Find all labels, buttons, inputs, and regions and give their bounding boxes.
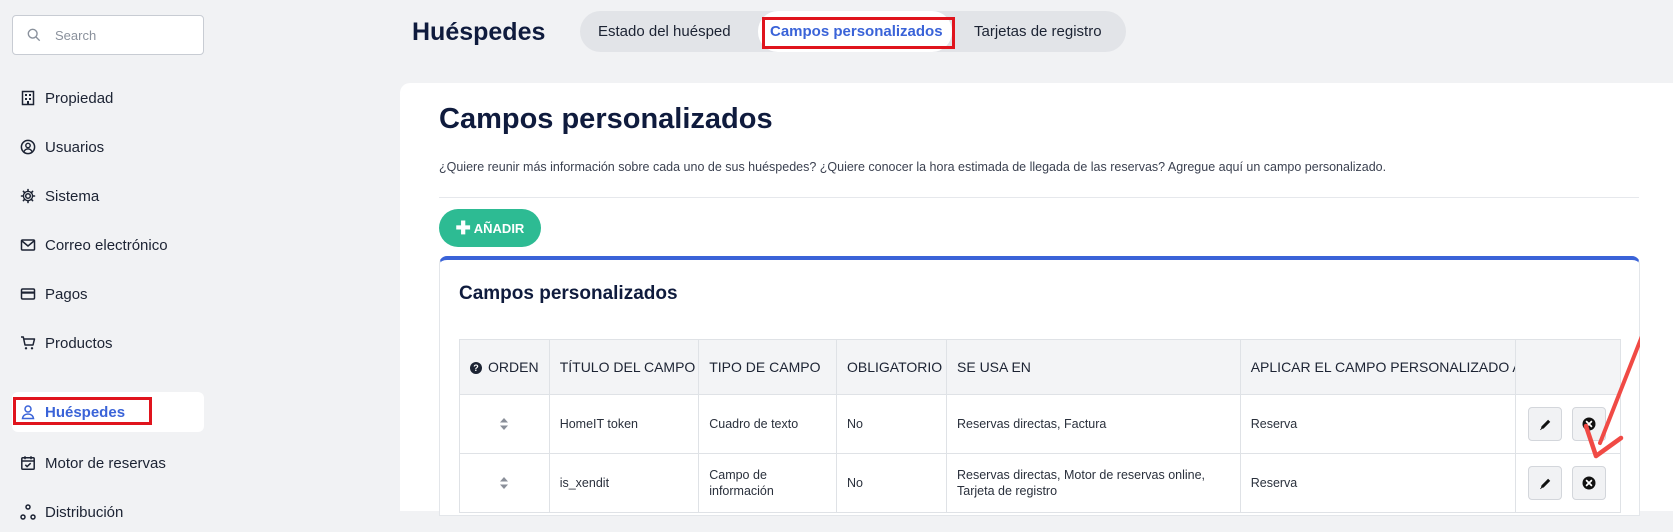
sidebar-item-label: Distribución	[45, 503, 124, 521]
sidebar-item-huespedes[interactable]: Huéspedes	[12, 392, 204, 432]
plus-icon: ✚	[455, 218, 471, 238]
page-title: Huéspedes	[412, 18, 546, 46]
tab-estado-huesped[interactable]: Estado del huésped	[598, 11, 731, 52]
gear-icon	[20, 188, 36, 204]
delete-button[interactable]	[1572, 407, 1607, 441]
cell-type: Cuadro de texto	[698, 394, 837, 454]
column-header-aplicar: APLICAR EL CAMPO PERSONALIZADO A	[1239, 339, 1517, 395]
delete-button[interactable]	[1572, 466, 1607, 500]
calendar-check-icon	[20, 455, 36, 471]
user-circle-icon	[20, 139, 36, 155]
sidebar-item-label: Huéspedes	[45, 403, 126, 421]
cell-used-in: Reservas directas, Factura	[946, 394, 1241, 454]
sidebar-item-label: Motor de reservas	[45, 454, 166, 472]
help-icon[interactable]: ?	[470, 362, 482, 374]
sidebar-item-label: Usuarios	[45, 138, 105, 156]
custom-fields-panel: Campos personalizados ? ORDEN TÍTULO DEL …	[439, 256, 1640, 516]
main-card: Campos personalizados ¿Quiere reunir más…	[400, 83, 1673, 516]
close-circle-icon	[1582, 417, 1596, 431]
cell-type: Campo de información	[698, 453, 837, 513]
search-icon	[27, 28, 41, 42]
pencil-icon	[1539, 477, 1552, 490]
sidebar-item-distribucion[interactable]: Distribución	[12, 492, 204, 532]
close-circle-icon	[1582, 476, 1596, 490]
drag-sort-icon[interactable]	[470, 417, 539, 431]
sidebar-item-motor-reservas[interactable]: Motor de reservas	[12, 443, 204, 483]
edit-button[interactable]	[1528, 466, 1563, 500]
add-button-label: AÑADIR	[473, 220, 525, 236]
cell-apply-to: Reserva	[1239, 394, 1517, 454]
building-icon	[20, 90, 36, 106]
column-header-titulo: TÍTULO DEL CAMPO	[548, 339, 700, 395]
column-header-obligatorio: OBLIGATORIO	[836, 339, 947, 395]
tab-campos-personalizados[interactable]: Campos personalizados	[758, 11, 952, 52]
table-row: HomeIT token Cuadro de texto No Reservas…	[459, 394, 1621, 454]
cell-used-in: Reservas directas, Motor de reservas onl…	[946, 453, 1241, 513]
cell-required: No	[836, 394, 947, 454]
divider	[439, 197, 1639, 198]
sidebar-item-label: Correo electrónico	[45, 236, 168, 254]
svg-text:?: ?	[473, 363, 479, 373]
sidebar-item-usuarios[interactable]: Usuarios	[12, 127, 204, 167]
drag-sort-icon[interactable]	[470, 476, 539, 490]
distribution-icon	[20, 504, 36, 520]
sidebar-item-label: Sistema	[45, 187, 100, 205]
sidebar-item-label: Pagos	[45, 285, 88, 303]
section-description: ¿Quiere reunir más información sobre cad…	[439, 160, 1387, 174]
table-row: is_xendit Campo de información No Reserv…	[459, 453, 1621, 513]
column-header-se-usa-en: SE USA EN	[946, 339, 1241, 395]
sidebar-item-productos[interactable]: Productos	[12, 323, 204, 363]
sidebar-item-sistema[interactable]: Sistema	[12, 176, 204, 216]
add-button[interactable]: ✚ AÑADIR	[439, 209, 541, 247]
search-input[interactable]	[55, 27, 195, 43]
custom-fields-table: ? ORDEN TÍTULO DEL CAMPO TIPO DE CAMPO OB…	[459, 339, 1621, 513]
column-header-orden: ? ORDEN	[459, 339, 550, 395]
pencil-icon	[1539, 418, 1552, 431]
cell-required: No	[836, 453, 947, 513]
sidebar-item-label: Propiedad	[45, 89, 114, 107]
column-header-actions	[1515, 339, 1621, 395]
sidebar-item-label: Productos	[45, 334, 113, 352]
cell-apply-to: Reserva	[1239, 453, 1517, 513]
sidebar: Propiedad Usuarios Sistema Correo electr…	[0, 0, 215, 521]
cell-title: is_xendit	[548, 453, 700, 513]
edit-button[interactable]	[1528, 407, 1563, 441]
cell-title: HomeIT token	[548, 394, 700, 454]
mail-icon	[20, 237, 36, 253]
search-box[interactable]	[12, 15, 204, 55]
cart-icon	[20, 335, 36, 351]
tab-tarjetas-registro[interactable]: Tarjetas de registro	[974, 11, 1102, 52]
sidebar-item-pagos[interactable]: Pagos	[12, 274, 204, 314]
sidebar-item-propiedad[interactable]: Propiedad	[12, 78, 204, 118]
credit-card-icon	[20, 286, 36, 302]
user-icon	[20, 404, 36, 420]
panel-title: Campos personalizados	[459, 283, 678, 304]
column-header-tipo: TIPO DE CAMPO	[698, 339, 837, 395]
tab-bar: Estado del huésped Campos personalizados…	[580, 11, 1126, 52]
sidebar-item-correo[interactable]: Correo electrónico	[12, 225, 204, 265]
section-title: Campos personalizados	[439, 103, 773, 135]
